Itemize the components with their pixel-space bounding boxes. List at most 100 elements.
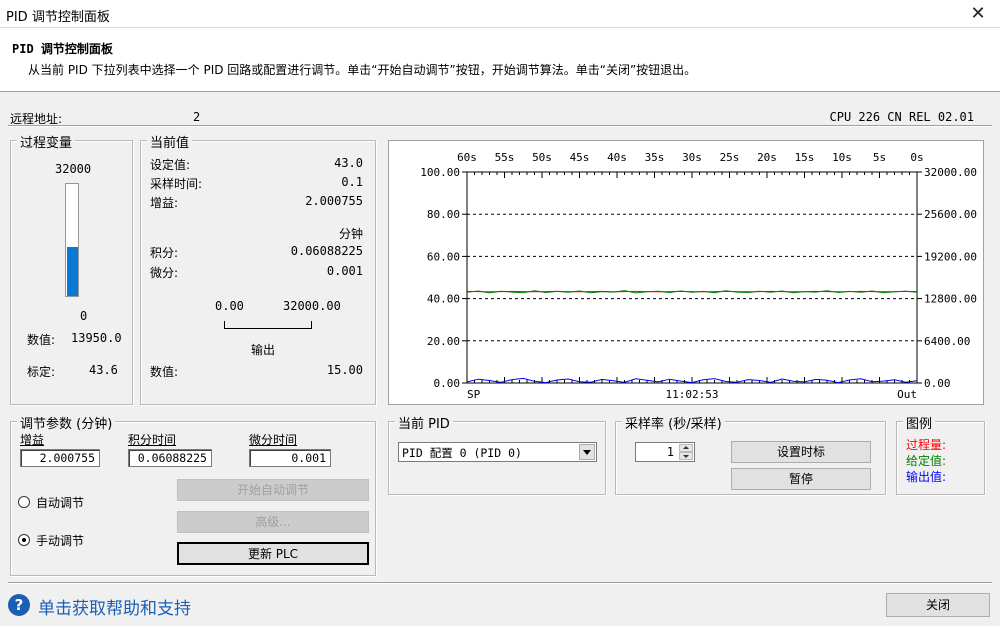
y-tick-label-left: 100.00 bbox=[420, 166, 460, 179]
bar-min-label: 0 bbox=[80, 309, 88, 323]
spin-up-icon[interactable] bbox=[679, 444, 693, 452]
process-variable-bar bbox=[65, 183, 79, 297]
legend-output: 输出值: bbox=[906, 470, 947, 484]
legend-process-value: 过程量: bbox=[906, 438, 947, 452]
x-tick-label: 5s bbox=[873, 151, 886, 164]
tune-derivative-input[interactable]: 0.001 bbox=[249, 449, 331, 467]
tune-integral-input[interactable]: 0.06088225 bbox=[128, 449, 212, 467]
y-tick-label-right: 0.00 bbox=[924, 377, 951, 390]
close-button[interactable]: 关闭 bbox=[886, 593, 990, 617]
auto-tune-radio[interactable] bbox=[18, 496, 30, 508]
legend-group: 图例 过程量: 给定值: 输出值: bbox=[896, 413, 985, 495]
x-tick-label: 30s bbox=[682, 151, 702, 164]
x-tick-label: 50s bbox=[532, 151, 552, 164]
y-tick-label-right: 25600.00 bbox=[924, 208, 977, 221]
cpu-info: CPU 226 CN REL 02.01 bbox=[829, 110, 975, 124]
current-values-group: 当前值 设定值: 43.0 采样时间: 0.1 增益: 2.000755 分钟 … bbox=[140, 132, 376, 405]
derivative-label: 微分: bbox=[150, 266, 179, 280]
header-title: PID 调节控制面板 bbox=[12, 42, 113, 56]
close-icon[interactable]: ✕ bbox=[964, 2, 992, 26]
spin-down-icon[interactable] bbox=[679, 452, 693, 460]
unit-label: 分钟 bbox=[338, 227, 363, 241]
tune-gain-input[interactable]: 2.000755 bbox=[20, 449, 100, 467]
current-pid-label: 当前 PID bbox=[395, 413, 453, 432]
setpoint-value: 43.0 bbox=[334, 156, 363, 170]
sample-time-label: 采样时间: bbox=[150, 177, 203, 191]
help-link[interactable]: 单击获取帮助和支持 bbox=[38, 594, 191, 619]
out-label: Out bbox=[897, 388, 917, 401]
x-tick-label: 60s bbox=[457, 151, 477, 164]
x-tick-label: 35s bbox=[645, 151, 665, 164]
pause-button[interactable]: 暂停 bbox=[731, 468, 871, 490]
legend-label: 图例 bbox=[903, 413, 936, 432]
remote-address-value: 2 bbox=[193, 110, 201, 124]
separator bbox=[8, 582, 992, 584]
current-pid-group: 当前 PID PID 配置 0 (PID 0) bbox=[388, 413, 606, 495]
sample-rate-spinner[interactable]: 1 bbox=[635, 442, 695, 462]
y-tick-label-left: 60.00 bbox=[427, 250, 460, 263]
output-value: 15.00 bbox=[326, 363, 363, 377]
sample-rate-group: 采样率 (秒/采样) 1 设置时标 暂停 bbox=[615, 413, 886, 495]
update-plc-button[interactable]: 更新 PLC bbox=[177, 542, 369, 565]
process-variable-label: 过程变量 bbox=[17, 132, 76, 151]
chevron-down-icon[interactable] bbox=[579, 444, 595, 460]
pv-value-label: 数值: bbox=[27, 333, 56, 347]
y-tick-label-left: 80.00 bbox=[427, 208, 460, 221]
setpoint-label: 设定值: bbox=[150, 158, 191, 172]
output-max-label: 32000.00 bbox=[283, 299, 341, 313]
title-bar: PID 调节控制面板 ✕ bbox=[0, 0, 1000, 28]
current-values-label: 当前值 bbox=[147, 132, 193, 151]
legend-setpoint: 给定值: bbox=[906, 454, 947, 468]
advanced-button[interactable]: 高级... bbox=[177, 511, 369, 533]
x-tick-label: 10s bbox=[832, 151, 852, 164]
sample-time-value: 0.1 bbox=[341, 175, 363, 189]
derivative-value: 0.001 bbox=[326, 264, 363, 278]
integral-label: 积分: bbox=[150, 246, 179, 260]
window-title: PID 调节控制面板 bbox=[6, 10, 110, 25]
x-tick-label: 25s bbox=[720, 151, 740, 164]
x-tick-label: 55s bbox=[495, 151, 515, 164]
x-tick-label: 0s bbox=[910, 151, 923, 164]
tune-gain-label: 增益 bbox=[20, 433, 45, 447]
integral-value: 0.06088225 bbox=[290, 244, 363, 258]
tune-integral-label: 积分时间 bbox=[128, 433, 177, 447]
help-icon[interactable]: ? bbox=[8, 594, 30, 616]
y-tick-label-right: 32000.00 bbox=[924, 166, 977, 179]
sp-label: SP bbox=[467, 388, 481, 401]
pv-value: 13950.0 bbox=[71, 331, 122, 345]
pid-select[interactable]: PID 配置 0 (PID 0) bbox=[398, 442, 597, 462]
pid-select-value: PID 配置 0 (PID 0) bbox=[402, 446, 522, 460]
output-min-label: 0.00 bbox=[215, 299, 244, 313]
output-value-label: 数值: bbox=[150, 365, 179, 379]
y-tick-label-left: 0.00 bbox=[434, 377, 461, 390]
auto-tune-radio-label[interactable]: 自动调节 bbox=[36, 494, 84, 511]
y-tick-label-left: 40.00 bbox=[427, 293, 460, 306]
start-autotune-button[interactable]: 开始自动调节 bbox=[177, 479, 369, 501]
y-tick-label-right: 12800.00 bbox=[924, 293, 977, 306]
header-description: 从当前 PID 下拉列表中选择一个 PID 回路或配置进行调节。单击“开始自动调… bbox=[28, 63, 697, 77]
gain-label: 增益: bbox=[150, 196, 179, 210]
output-scale bbox=[224, 321, 312, 329]
process-variable-bar-fill bbox=[67, 247, 78, 296]
manual-tune-radio[interactable] bbox=[18, 534, 30, 546]
gain-value: 2.000755 bbox=[305, 194, 363, 208]
x-tick-label: 45s bbox=[570, 151, 590, 164]
bar-max-label: 32000 bbox=[55, 162, 92, 176]
pv-scaled-label: 标定: bbox=[27, 365, 56, 379]
y-tick-label-right: 6400.00 bbox=[924, 335, 970, 348]
set-time-scale-button[interactable]: 设置时标 bbox=[731, 441, 871, 463]
pv-scaled: 43.6 bbox=[89, 363, 118, 377]
y-tick-label-right: 19200.00 bbox=[924, 250, 977, 263]
x-tick-label: 15s bbox=[795, 151, 815, 164]
trend-chart: 100.00 32000.00 80.00 25600.00 60.00 19200.00… bbox=[420, 151, 977, 401]
manual-tune-radio-label[interactable]: 手动调节 bbox=[36, 532, 84, 549]
header-panel: PID 调节控制面板 从当前 PID 下拉列表中选择一个 PID 回路或配置进行… bbox=[0, 28, 1000, 92]
output-label: 输出 bbox=[251, 343, 276, 357]
sample-rate-value: 1 bbox=[666, 445, 674, 459]
time-label: 11:02:53 bbox=[666, 388, 719, 401]
y-tick-label-left: 20.00 bbox=[427, 335, 460, 348]
tuning-params-label: 调节参数 (分钟) bbox=[17, 413, 116, 432]
trend-chart-panel: 100.00 32000.00 80.00 25600.00 60.00 19200.00… bbox=[388, 140, 984, 405]
separator bbox=[8, 125, 992, 127]
tuning-params-group: 调节参数 (分钟) 增益 2.000755 积分时间 0.06088225 微分… bbox=[10, 413, 376, 576]
